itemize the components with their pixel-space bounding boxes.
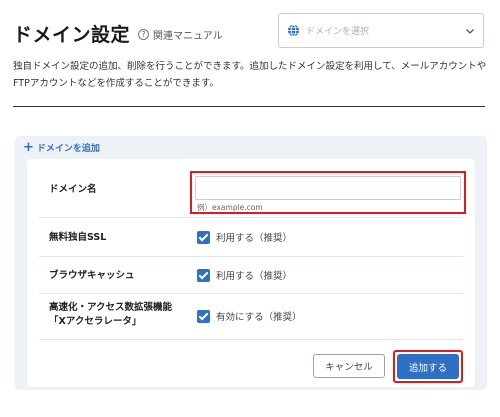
acceleration-label-line2: 「Xアクセラレータ」: [49, 316, 142, 327]
domain-name-row: ドメイン名 例）example.com: [39, 163, 466, 218]
acceleration-checkbox-label: 有効にする（推奨）: [216, 312, 302, 323]
page-title: ドメイン設定: [13, 24, 131, 46]
chevron-down-icon: [466, 28, 474, 34]
page-description: 独自ドメイン設定の追加、削除を行うことができます。追加したドメイン設定を利用して…: [13, 61, 487, 89]
related-manual-label: 関連マニュアル: [153, 31, 223, 42]
acceleration-row: 高速化・アクセス数拡張機能 「Xアクセラレータ」 有効にする（推奨）: [39, 294, 463, 340]
domain-name-label: ドメイン名: [49, 184, 97, 195]
checkbox-checked-icon[interactable]: [197, 268, 210, 282]
cancel-button[interactable]: キャンセル: [313, 354, 385, 378]
add-domain-label: ドメインを追加: [36, 144, 100, 154]
add-domain-toggle[interactable]: + ドメインを追加: [23, 139, 100, 155]
free-ssl-row: 無料独自SSL 利用する（推奨）: [39, 218, 463, 257]
browser-cache-row: ブラウザキャッシュ 利用する（推奨）: [39, 257, 463, 294]
add-button[interactable]: 追加する: [397, 354, 459, 379]
free-ssl-checkbox-label: 利用する（推奨）: [216, 233, 293, 244]
domain-name-input[interactable]: [195, 176, 461, 200]
submit-button-highlight: 追加する: [393, 350, 463, 383]
domain-select[interactable]: ドメインを選択: [278, 13, 484, 48]
domain-name-hint: 例）example.com: [197, 203, 263, 212]
checkbox-checked-icon[interactable]: [197, 309, 210, 323]
browser-cache-checkbox-label: 利用する（推奨）: [216, 271, 293, 282]
free-ssl-label: 無料独自SSL: [49, 232, 107, 243]
plus-icon: +: [23, 139, 34, 155]
acceleration-label-line1: 高速化・アクセス数拡張機能: [49, 302, 173, 313]
related-manual-link[interactable]: ? 関連マニュアル: [138, 27, 223, 42]
acceleration-option[interactable]: 有効にする（推奨）: [197, 309, 302, 323]
domain-name-highlight: 例）example.com: [190, 171, 466, 214]
help-icon: ?: [138, 29, 149, 40]
divider: [13, 106, 485, 107]
globe-icon: [287, 24, 300, 37]
browser-cache-label: ブラウザキャッシュ: [49, 270, 135, 281]
free-ssl-option[interactable]: 利用する（推奨）: [197, 230, 292, 244]
browser-cache-option[interactable]: 利用する（推奨）: [197, 268, 292, 282]
checkbox-checked-icon[interactable]: [197, 230, 210, 244]
acceleration-label: 高速化・アクセス数拡張機能 「Xアクセラレータ」: [49, 301, 172, 329]
domain-select-placeholder: ドメインを選択: [306, 27, 370, 37]
